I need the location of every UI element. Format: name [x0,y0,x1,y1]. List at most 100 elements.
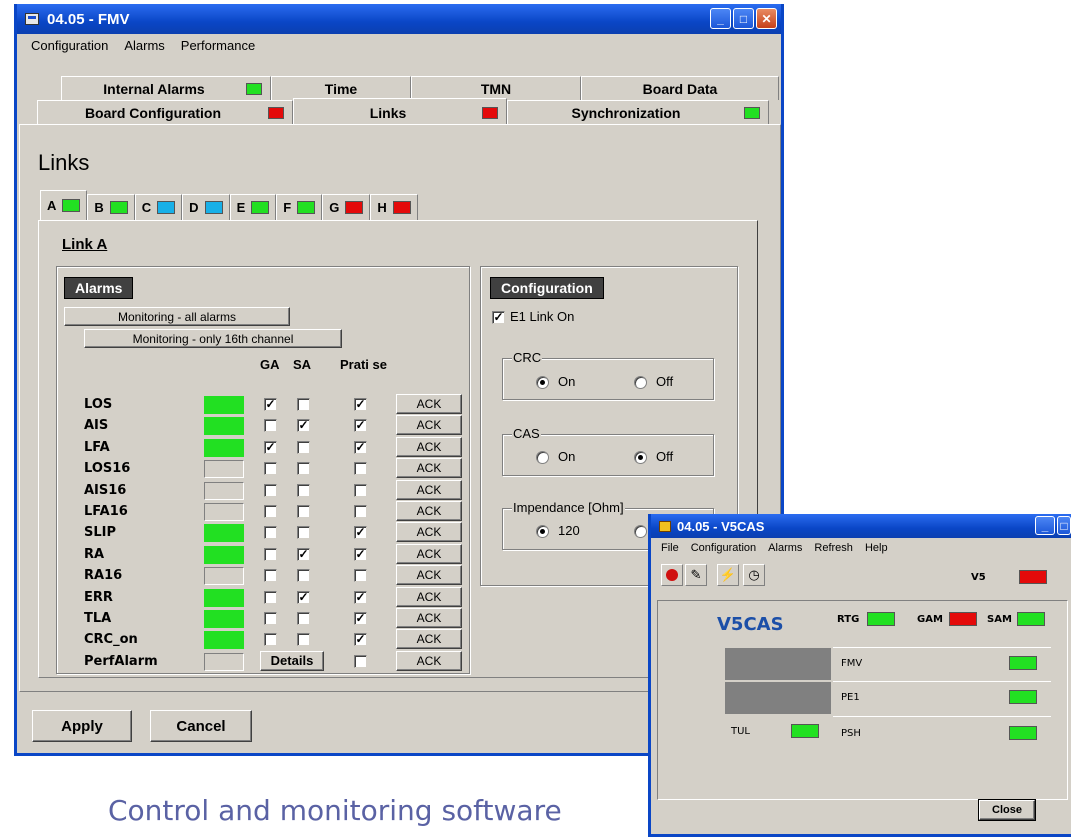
prati-se-checkbox[interactable] [354,654,367,668]
alarm-status-indicator [204,631,244,650]
connect-icon[interactable]: ⚡ [717,564,739,586]
menu-alarms[interactable]: Alarms [124,36,164,56]
ga-checkbox[interactable] [264,462,277,476]
ack-button[interactable]: ACK [396,415,462,436]
impedance-120-radio[interactable] [536,525,549,538]
monitoring-all-button[interactable]: Monitoring - all alarms [64,307,290,326]
ack-button[interactable]: ACK [396,436,462,457]
ga-checkbox[interactable] [264,612,277,625]
prati-se-checkbox[interactable]: ✓ [354,526,367,540]
tab-board-data[interactable]: Board Data [581,76,779,100]
monitoring-16th-button[interactable]: Monitoring - only 16th channel [84,329,342,348]
tab-label: Board Configuration [84,104,222,121]
ga-checkbox[interactable]: ✓ [264,440,277,454]
sa-checkbox[interactable] [297,398,310,411]
crc-on-radio[interactable] [536,376,549,389]
v5-close-button[interactable]: Close [978,799,1036,821]
ga-checkbox[interactable] [264,483,277,497]
ack-button[interactable]: ACK [396,479,462,500]
e1-link-on-checkbox[interactable]: ✓ [492,311,505,324]
ga-checkbox[interactable] [264,505,277,518]
link-tab-d[interactable]: D [182,194,230,220]
ack-button[interactable]: ACK [396,458,462,479]
link-tab-h[interactable]: H [370,194,418,220]
ga-checkbox[interactable] [264,569,277,583]
link-tab-g[interactable]: G [322,194,371,220]
ack-button[interactable]: ACK [396,565,462,586]
prati-se-checkbox[interactable] [354,483,367,497]
sa-checkbox[interactable] [297,462,310,476]
tab-tmn[interactable]: TMN [411,76,581,100]
apply-button[interactable]: Apply [32,710,132,742]
cas-on-radio[interactable] [536,451,549,464]
tab-time[interactable]: Time [271,76,411,100]
prati-se-checkbox[interactable]: ✓ [354,633,367,647]
ack-button[interactable]: ACK [396,522,462,543]
sa-checkbox[interactable] [297,505,310,518]
sa-checkbox[interactable] [297,633,310,647]
v5-menu-refresh[interactable]: Refresh [814,540,853,560]
details-button[interactable]: Details [260,650,324,671]
prati-se-checkbox[interactable]: ✓ [354,398,367,411]
link-tab-f[interactable]: F [276,194,323,220]
ga-checkbox[interactable] [264,590,277,604]
ack-button[interactable]: ACK [396,608,462,628]
sa-checkbox[interactable] [297,440,310,454]
v5-menu-configuration[interactable]: Configuration [691,540,756,560]
sa-checkbox[interactable] [297,612,310,625]
minimize-button[interactable]: _ [710,8,731,29]
sa-checkbox[interactable]: ✓ [297,590,310,604]
ack-button[interactable]: ACK [396,501,462,521]
crc-off-radio[interactable] [634,376,647,389]
menu-performance[interactable]: Performance [181,36,255,56]
rtg-label: RTG [837,614,860,625]
prati-se-checkbox[interactable] [354,505,367,518]
link-tab-e[interactable]: E [229,194,277,220]
v5-menu-help[interactable]: Help [865,540,888,560]
sa-checkbox[interactable] [297,569,310,583]
close-button[interactable]: ✕ [756,8,777,29]
sa-checkbox[interactable]: ✓ [297,419,310,433]
link-tab-c[interactable]: C [134,194,183,220]
link-tab-b[interactable]: B [87,194,135,220]
sa-checkbox[interactable] [297,483,310,497]
ack-button[interactable]: ACK [396,543,462,564]
ack-button[interactable]: ACK [396,394,462,414]
ga-checkbox[interactable] [264,419,277,433]
prati-se-checkbox[interactable]: ✓ [354,419,367,433]
tab-synchronization[interactable]: Synchronization [507,100,769,124]
tab-internal-alarms[interactable]: Internal Alarms [61,76,271,100]
clock-icon[interactable]: ◷ [743,564,765,586]
sa-checkbox[interactable]: ✓ [297,547,310,561]
prati-se-checkbox[interactable] [354,462,367,476]
v5-maximize-button[interactable]: □ [1057,516,1071,535]
record-icon[interactable] [661,564,683,586]
prati-se-checkbox[interactable] [354,569,367,583]
ga-checkbox[interactable] [264,526,277,540]
link-tab-a[interactable]: A [40,190,88,220]
ga-checkbox[interactable] [264,633,277,647]
ack-button[interactable]: ACK [396,650,462,671]
cancel-button[interactable]: Cancel [150,710,252,742]
impedance-other-radio[interactable] [634,525,647,538]
ack-button[interactable]: ACK [396,586,462,607]
tab-board-configuration[interactable]: Board Configuration [37,100,293,124]
ga-checkbox[interactable] [264,547,277,561]
prati-se-checkbox[interactable]: ✓ [354,590,367,604]
prati-se-checkbox[interactable]: ✓ [354,547,367,561]
v5-menu-alarms[interactable]: Alarms [768,540,802,560]
cas-off-radio[interactable] [634,451,647,464]
v5-menu-file[interactable]: File [661,540,679,560]
prati-se-checkbox[interactable]: ✓ [354,440,367,454]
title-bar[interactable]: 04.05 - FMV _ □ ✕ [17,4,781,34]
sa-checkbox[interactable] [297,526,310,540]
edit-icon[interactable]: ✎ [685,564,707,586]
ga-checkbox[interactable]: ✓ [264,398,277,411]
ack-button[interactable]: ACK [396,629,462,650]
prati-se-checkbox[interactable]: ✓ [354,612,367,625]
maximize-button[interactable]: □ [733,8,754,29]
menu-configuration[interactable]: Configuration [31,36,108,56]
v5-title-bar[interactable]: 04.05 - V5CAS _ □ [651,514,1071,538]
tab-links[interactable]: Links [293,98,507,126]
v5-minimize-button[interactable]: _ [1035,516,1055,535]
